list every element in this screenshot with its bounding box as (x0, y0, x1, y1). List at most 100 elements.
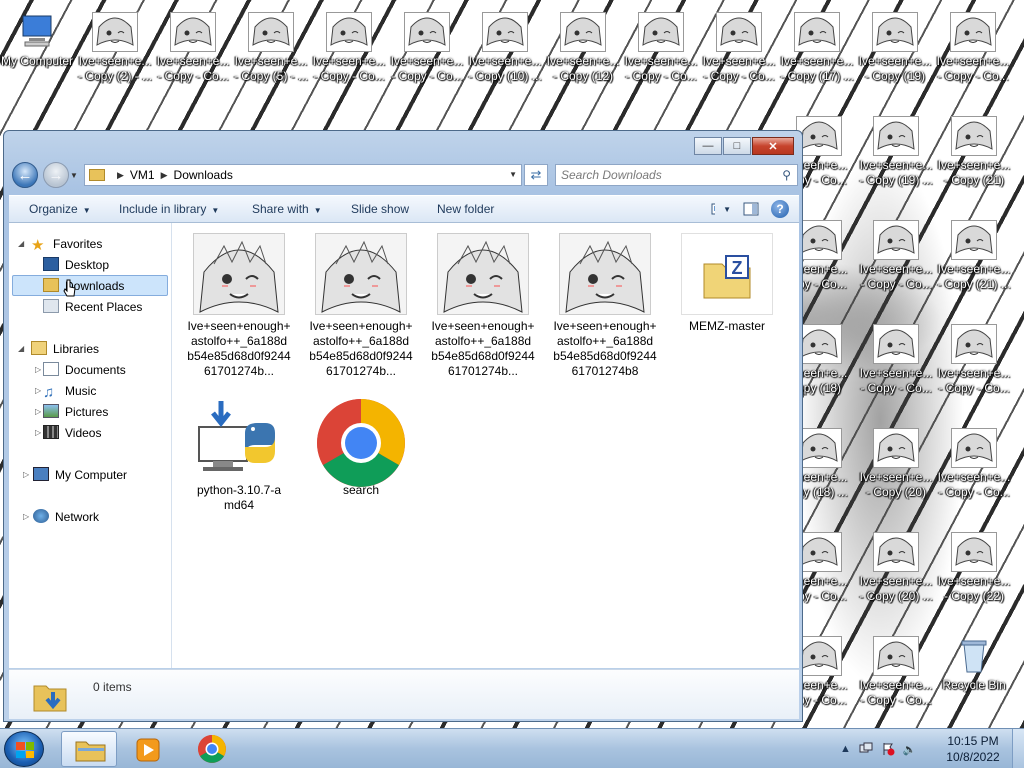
close-button[interactable]: ✕ (752, 137, 794, 155)
include-in-library-button[interactable]: Include in library ▼ (119, 202, 219, 216)
nav-libraries[interactable]: Libraries (31, 339, 99, 359)
history-dropdown-icon[interactable]: ▼ (70, 171, 78, 180)
new-folder-button[interactable]: New folder (437, 202, 494, 216)
expand-libraries-icon[interactable]: ◢ (18, 344, 24, 353)
desktop-icon[interactable]: Ive+seen+e... - Copy (2) - ... (76, 0, 154, 100)
chevron-down-icon: ▼ (82, 206, 91, 215)
desktop-icon[interactable]: Ive+seen+e... - Copy - Co... (622, 0, 700, 100)
forward-button[interactable]: → (43, 162, 69, 188)
desktop-icon[interactable]: Ive+seen+e... - Copy (10) ... (466, 0, 544, 100)
breadcrumb-downloads[interactable]: Downloads (174, 168, 233, 182)
expand-favorites-icon[interactable]: ◢ (18, 239, 24, 248)
desktop-icon-label: Ive+seen+e... (937, 574, 1011, 588)
action-center-flag-icon[interactable] (881, 742, 895, 756)
breadcrumb-separator-icon: ▶ (160, 169, 168, 180)
desktop-icon[interactable]: Ive+seen+e... - Copy - Co... (857, 312, 935, 412)
share-with-button[interactable]: Share with ▼ (252, 202, 322, 216)
image-thumbnail-icon (315, 233, 407, 315)
view-icon (711, 203, 716, 215)
back-button[interactable]: ← (12, 162, 38, 188)
search-icon[interactable]: ⚲ (782, 168, 791, 182)
desktop-icon[interactable]: Ive+seen+e... - Copy - Co... (935, 312, 1013, 412)
refresh-button[interactable]: ⇄ (524, 164, 548, 186)
expand-my-computer-icon[interactable]: ▷ (23, 470, 29, 479)
nav-favorites[interactable]: ★ Favorites (31, 234, 102, 254)
expand-videos-icon[interactable]: ▷ (35, 428, 41, 437)
organize-button[interactable]: Organize ▼ (29, 202, 91, 216)
nav-recent-places[interactable]: Recent Places (43, 297, 142, 317)
desktop-icon[interactable]: Ive+seen+e... - Copy (12) (544, 0, 622, 100)
address-bar[interactable]: ▶ VM1 ▶ Downloads ▼ (84, 164, 522, 186)
desktop-icon[interactable]: Ive+seen+e... - Copy - Co... (934, 0, 1012, 100)
image-thumbnail-icon (193, 233, 285, 315)
desktop-icon[interactable]: Ive+seen+e... - Copy (19) ... (857, 104, 935, 204)
nav-music[interactable]: ♫ Music (43, 381, 96, 401)
file-item[interactable]: search (306, 397, 416, 498)
volume-icon[interactable]: 🔈 (903, 743, 917, 756)
taskbar-chrome[interactable] (184, 731, 240, 767)
file-item[interactable]: Ive+seen+enough+ astolfo++_6a188d b54e85… (306, 233, 416, 379)
expand-music-icon[interactable]: ▷ (35, 386, 41, 395)
maximize-button[interactable]: □ (723, 137, 751, 155)
file-item[interactable]: Z MEMZ-master (672, 233, 782, 334)
desktop-icon[interactable]: Ive+seen+e... - Copy (19) (856, 0, 934, 100)
show-hidden-icons-icon[interactable]: ▲ (840, 743, 851, 755)
address-dropdown-icon[interactable]: ▼ (509, 170, 517, 179)
chevron-down-icon[interactable]: ▼ (723, 205, 731, 214)
desktop-icon-thumbnail (560, 12, 606, 52)
desktop-icon[interactable]: Ive+seen+e... - Copy (5) - ... (232, 0, 310, 100)
desktop-icon[interactable]: Ive+seen+e... - Copy (21) ... (935, 208, 1013, 308)
breadcrumb-vm1[interactable]: VM1 (130, 168, 155, 182)
desktop-icon[interactable]: Ive+seen+e... - Copy (20) ... (857, 520, 935, 620)
nav-documents[interactable]: Documents (43, 360, 126, 380)
desktop-icon[interactable]: Ive+seen+e... - Copy - Co... (388, 0, 466, 100)
desktop-icon-thumbnail (716, 12, 762, 52)
expand-network-icon[interactable]: ▷ (23, 512, 29, 521)
minimize-button[interactable]: — (694, 137, 722, 155)
desktop-icon-label: - Copy (12) (552, 69, 614, 83)
nav-my-computer[interactable]: My Computer (33, 465, 127, 485)
anime-thumbnail-icon (405, 13, 449, 51)
anime-thumbnail-icon (717, 13, 761, 51)
file-item[interactable]: python-3.10.7-a md64 (184, 397, 294, 513)
desktop-icon[interactable]: Ive+seen+e... - Copy - Co... (310, 0, 388, 100)
search-input[interactable] (556, 165, 766, 185)
anime-thumbnail-icon (952, 533, 996, 571)
file-item[interactable]: Ive+seen+enough+ astolfo++_6a188d b54e85… (550, 233, 660, 379)
network-status-icon[interactable] (859, 742, 873, 756)
nav-desktop[interactable]: Desktop (43, 255, 109, 275)
help-button[interactable]: ? (771, 200, 789, 218)
nav-network[interactable]: Network (33, 507, 99, 527)
desktop-icon[interactable]: Ive+seen+e... - Copy (20) (857, 416, 935, 516)
desktop-icon[interactable]: Ive+seen+e... - Copy (21) (935, 104, 1013, 204)
desktop-icon[interactable]: Ive+seen+e... - Copy (17) ... (778, 0, 856, 100)
desktop-icon[interactable]: My Computer (0, 0, 76, 100)
file-item[interactable]: Ive+seen+enough+ astolfo++_6a188d b54e85… (184, 233, 294, 379)
network-icon (33, 509, 49, 523)
desktop-icon[interactable]: Ive+seen+e... - Copy (22) (935, 520, 1013, 620)
desktop-icon-thumbnail (873, 220, 919, 260)
slide-show-button[interactable]: Slide show (351, 202, 409, 216)
desktop-icon[interactable]: Ive+seen+e... - Copy - Co... (700, 0, 778, 100)
start-button[interactable] (4, 731, 44, 767)
taskbar-explorer[interactable] (61, 731, 117, 767)
preview-pane-button[interactable] (741, 199, 761, 219)
nav-downloads[interactable]: Downloads (43, 276, 124, 296)
desktop-icon[interactable]: Ive+seen+e... - Copy - Co... (935, 416, 1013, 516)
desktop-icon[interactable]: Ive+seen+e... - Copy - Co... (857, 208, 935, 308)
nav-videos[interactable]: Videos (43, 423, 101, 443)
nav-pictures[interactable]: Pictures (43, 402, 108, 422)
python-installer-icon (193, 397, 285, 479)
show-desktop-button[interactable] (1012, 729, 1024, 768)
desktop-icon-label: Ive+seen+e... (858, 54, 932, 68)
desktop-icon[interactable]: Ive+seen+e... - Copy - Co... (857, 624, 935, 724)
clock[interactable]: 10:15 PM 10/8/2022 (942, 733, 1004, 765)
file-item[interactable]: Ive+seen+enough+ astolfo++_6a188d b54e85… (428, 233, 538, 379)
desktop-icon-thumbnail (170, 12, 216, 52)
taskbar-media-player[interactable] (120, 731, 176, 767)
expand-documents-icon[interactable]: ▷ (35, 365, 41, 374)
desktop-icon[interactable]: Recycle Bin (935, 624, 1013, 724)
expand-pictures-icon[interactable]: ▷ (35, 407, 41, 416)
change-view-button[interactable]: ▼ (711, 199, 731, 219)
desktop-icon[interactable]: Ive+seen+e... - Copy - Co... (154, 0, 232, 100)
